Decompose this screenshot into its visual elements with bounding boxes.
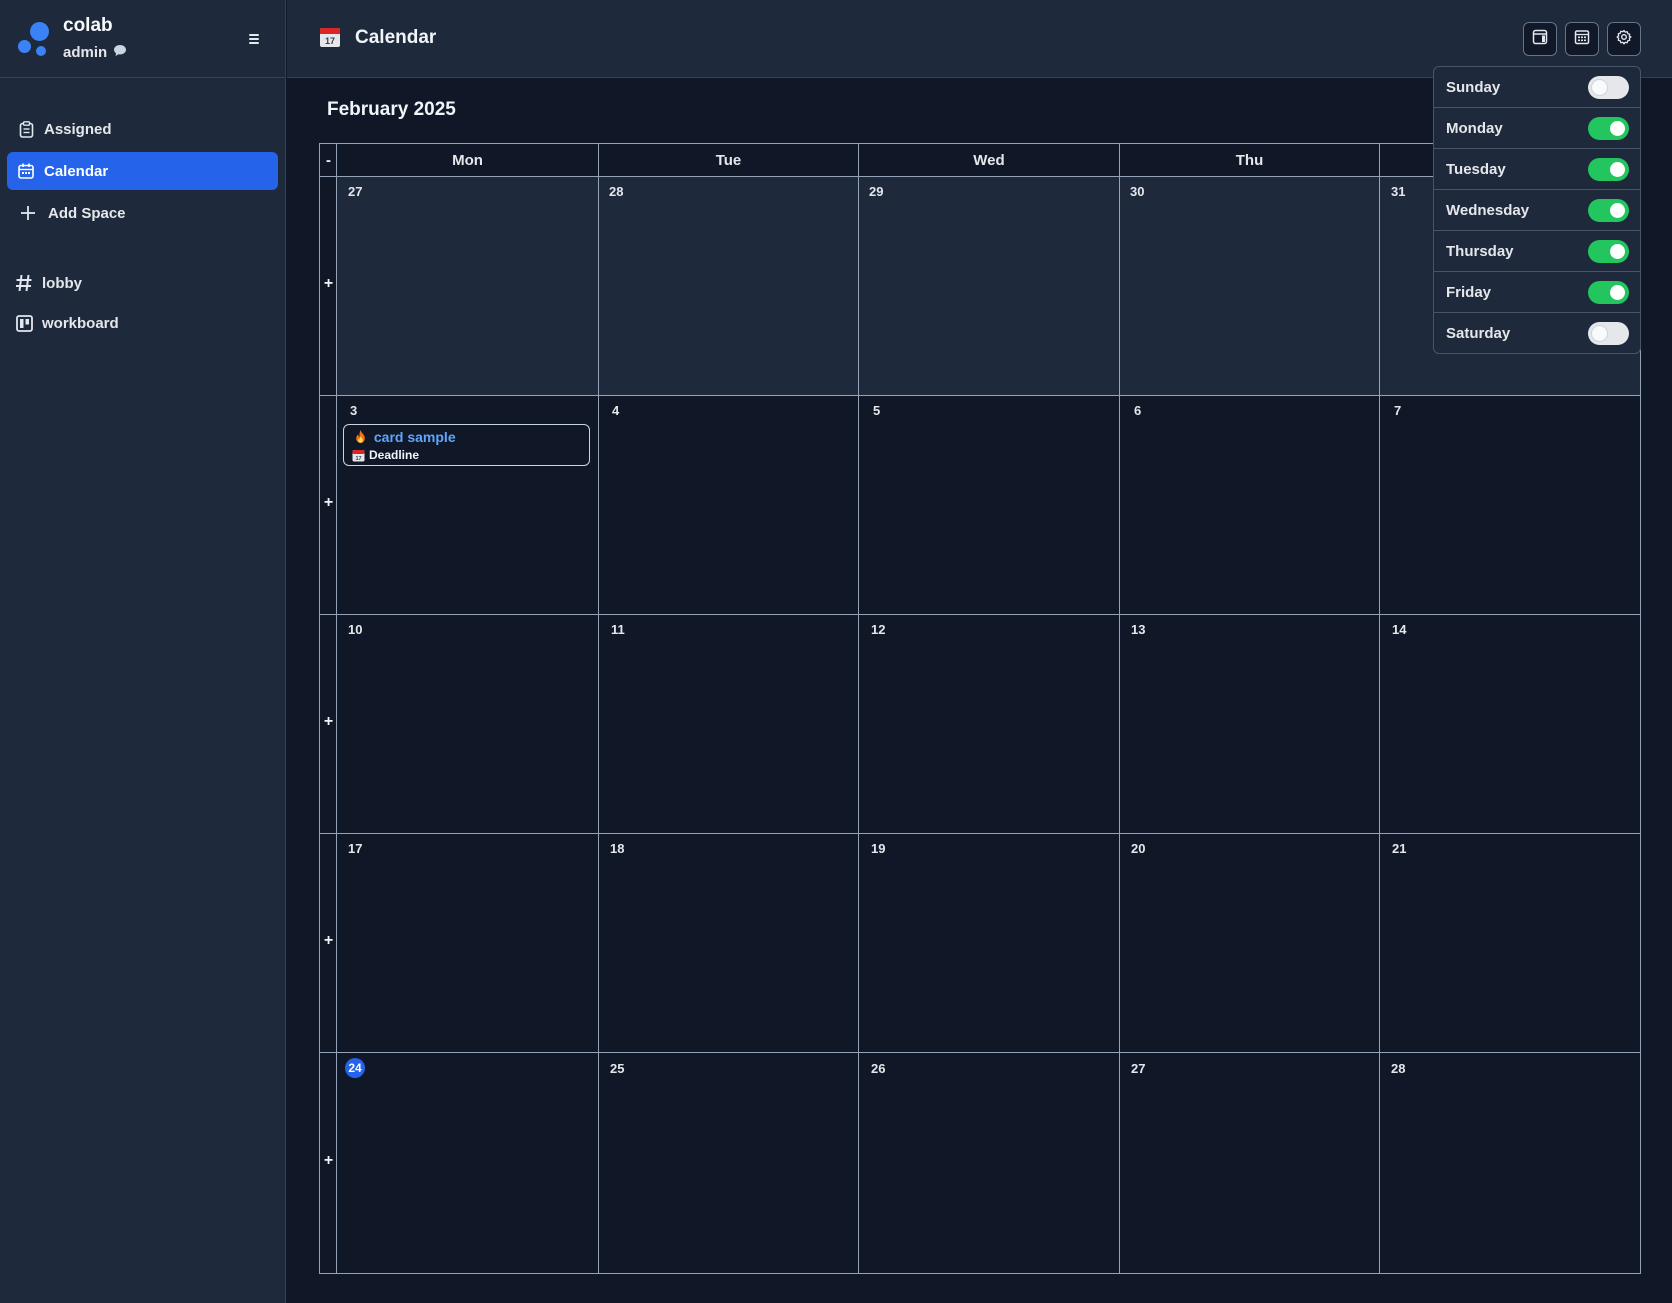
day-number[interactable]: 28 [609, 184, 623, 199]
page-title: Calendar [355, 27, 437, 48]
window-view-button[interactable] [1523, 22, 1557, 56]
svg-text:17: 17 [355, 456, 361, 462]
weekday-toggle-label: Tuesday [1446, 161, 1506, 178]
gear-icon [1616, 29, 1632, 50]
weekday-toggle-label: Friday [1446, 284, 1492, 301]
day-number[interactable]: 7 [1394, 403, 1401, 418]
day-number[interactable]: 13 [1131, 622, 1145, 637]
event-card[interactable]: card sample 17 Deadline [343, 424, 590, 466]
card-title: card sample [373, 429, 456, 445]
weekday-header: Wed [973, 151, 1005, 169]
add-space-button[interactable]: Add Space [7, 194, 278, 232]
toggle-friday[interactable] [1588, 281, 1629, 304]
brand-header: colab admin [0, 0, 285, 78]
weekday-toggle-label: Thursday [1446, 243, 1514, 260]
collapse-weeks-button[interactable]: - [320, 144, 337, 176]
toggle-thursday[interactable] [1588, 240, 1629, 263]
toggle-tuesday[interactable] [1588, 158, 1629, 181]
add-week-button[interactable]: + [320, 494, 337, 512]
day-number[interactable]: 14 [1392, 622, 1406, 637]
nav-label: workboard [42, 314, 119, 332]
fire-icon [355, 429, 370, 445]
menu-icon[interactable] [245, 30, 263, 48]
add-week-button[interactable]: + [320, 713, 337, 731]
nav-item-assigned[interactable]: Assigned [7, 110, 278, 148]
weekday-toggle-label: Monday [1446, 120, 1503, 137]
svg-text:17: 17 [325, 36, 335, 46]
day-number[interactable]: 31 [1391, 184, 1405, 199]
sidebar-item-workboard[interactable]: workboard [7, 304, 278, 342]
weekday-toggle-row-sunday: Sunday [1434, 67, 1640, 108]
day-number[interactable]: 26 [871, 1061, 885, 1076]
day-number[interactable]: 11 [611, 622, 625, 637]
weekday-toggle-label: Saturday [1446, 325, 1511, 342]
day-number[interactable]: 27 [348, 184, 362, 199]
sidebar-item-lobby[interactable]: lobby [7, 264, 278, 302]
weekday-toggle-label: Wednesday [1446, 202, 1530, 219]
toggle-wednesday[interactable] [1588, 199, 1629, 222]
card-subtitle-row: 17 Deadline [352, 448, 419, 462]
weekday-toggle-label: Sunday [1446, 79, 1501, 96]
day-number[interactable]: 27 [1131, 1061, 1145, 1076]
window-icon [1532, 29, 1548, 50]
day-number[interactable]: 4 [612, 403, 619, 418]
nav-label: Add Space [48, 204, 126, 222]
colab-logo-icon [18, 22, 50, 56]
add-week-button[interactable]: + [320, 1152, 337, 1170]
toggle-saturday[interactable] [1588, 322, 1629, 345]
month-title: February 2025 [327, 99, 456, 120]
day-number[interactable]: 20 [1131, 841, 1145, 856]
weekday-toggle-row-monday: Monday [1434, 108, 1640, 149]
day-number[interactable]: 18 [610, 841, 624, 856]
add-week-button[interactable]: + [320, 932, 337, 950]
chat-bubble-icon[interactable] [113, 44, 127, 60]
add-week-button[interactable]: + [320, 275, 337, 293]
day-number[interactable]: 29 [869, 184, 883, 199]
board-icon [15, 314, 33, 332]
user-name[interactable]: admin [63, 44, 107, 61]
day-number[interactable]: 12 [871, 622, 885, 637]
weekday-toggle-row-friday: Friday [1434, 272, 1640, 313]
calendar-view-button[interactable] [1565, 22, 1599, 56]
card-subtitle: Deadline [369, 448, 420, 462]
nav-label: Assigned [44, 120, 112, 138]
weekday-toggle-row-wednesday: Wednesday [1434, 190, 1640, 231]
toggle-sunday[interactable] [1588, 76, 1629, 99]
day-number[interactable]: 19 [871, 841, 885, 856]
nav-item-calendar[interactable]: Calendar [7, 152, 278, 190]
day-number[interactable]: 21 [1392, 841, 1406, 856]
sidebar: colab admin Assigned Calendar Add Space … [0, 0, 286, 1303]
nav-label: lobby [42, 274, 82, 292]
day-number[interactable]: 30 [1130, 184, 1144, 199]
day-number[interactable]: 3 [350, 403, 357, 418]
weekday-toggle-row-thursday: Thursday [1434, 231, 1640, 272]
day-number[interactable]: 5 [873, 403, 880, 418]
calendar-emoji-icon: 17 [319, 26, 341, 48]
calendar-emoji-icon: 17 [352, 449, 365, 462]
day-number[interactable]: 6 [1134, 403, 1141, 418]
day-number[interactable]: 17 [348, 841, 362, 856]
brand-name: colab [63, 15, 113, 36]
day-number[interactable]: 28 [1391, 1061, 1405, 1076]
weekday-header: Thu [1235, 151, 1264, 169]
weekday-visibility-popover: Sunday Monday Tuesday Wednesday Thursday… [1433, 66, 1641, 354]
weekday-header: Tue [715, 151, 742, 169]
day-number[interactable]: 25 [610, 1061, 624, 1076]
weekday-toggle-row-saturday: Saturday [1434, 313, 1640, 353]
weekday-header: Mon [452, 151, 483, 169]
toggle-monday[interactable] [1588, 117, 1629, 140]
calendar-icon [17, 162, 35, 180]
clipboard-icon [17, 120, 35, 138]
weekday-toggle-row-tuesday: Tuesday [1434, 149, 1640, 190]
nav-label: Calendar [44, 162, 109, 180]
hash-icon [15, 274, 33, 292]
day-number[interactable]: 10 [348, 622, 362, 637]
calendar-grid-icon [1574, 29, 1590, 50]
today-indicator[interactable]: 24 [345, 1058, 365, 1078]
card-title-row: card sample [355, 429, 456, 445]
settings-button[interactable] [1607, 22, 1641, 56]
plus-icon [19, 204, 37, 222]
